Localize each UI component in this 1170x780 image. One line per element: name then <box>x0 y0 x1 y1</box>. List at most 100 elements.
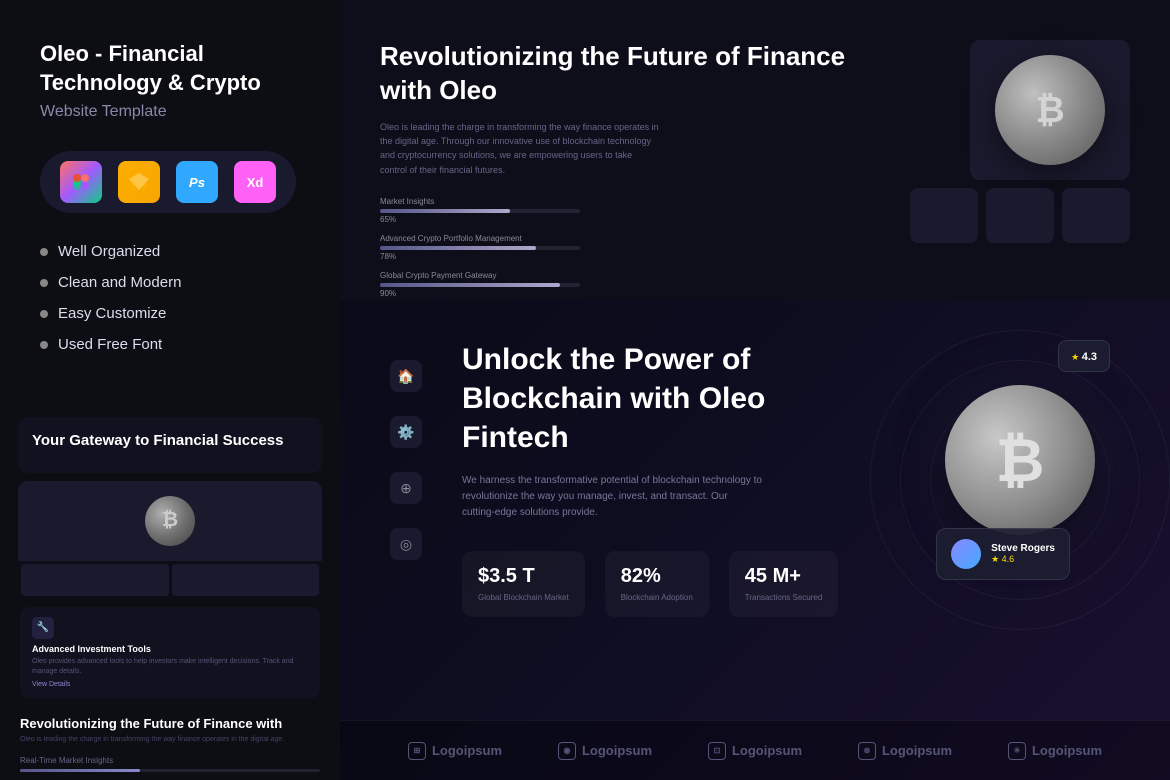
bitcoin-symbol: ₿ <box>1035 89 1064 131</box>
stat-percent: 90% <box>380 289 870 298</box>
logo-item-4: ⊛ Logoipsum <box>858 742 952 760</box>
user-rating-score: 4.6 <box>1002 554 1015 564</box>
logo-item-1: ⊞ Logoipsum <box>408 742 502 760</box>
logo-item-5: ✳ Logoipsum <box>1008 742 1102 760</box>
logo-bar: ⊞ Logoipsum ◉ Logoipsum ⊡ Logoipsum ⊛ Lo… <box>340 720 1170 780</box>
feature-item: Clean and Modern <box>40 274 300 291</box>
rev-bottom-text: Revolutionizing the Future of Finance wi… <box>0 706 340 751</box>
stat-label: Market Insights <box>380 197 870 206</box>
token-icon[interactable]: ◎ <box>390 528 422 560</box>
logo-item-2: ◉ Logoipsum <box>558 742 652 760</box>
bullet-icon <box>40 341 48 349</box>
blockchain-headline: Unlock the Power of Blockchain with Oleo… <box>462 340 782 457</box>
feature-item: Used Free Font <box>40 336 300 353</box>
stat-bar-bg <box>380 209 580 213</box>
grid-cell <box>21 564 169 596</box>
coin-cards-row <box>910 188 1130 243</box>
blockchain-section: 🏠 ⚙️ ⊕ ◎ Unlock the Power of Blockchain … <box>340 300 1170 657</box>
rev-main-desc: Oleo is leading the charge in transformi… <box>380 120 660 178</box>
add-circle-icon[interactable]: ⊕ <box>390 472 422 504</box>
user-stars: ★ 4.6 <box>991 554 1055 565</box>
blockchain-description: We harness the transformative potential … <box>462 473 762 521</box>
features-list: Well Organized Clean and Modern Easy Cus… <box>40 243 300 353</box>
rating-info: Steve Rogers ★ 4.6 <box>991 543 1055 565</box>
stat-bar-bg <box>380 283 580 287</box>
stat-bars: Market Insights 65% Advanced Crypto Port… <box>380 197 870 298</box>
big-bitcoin-symbol: ₿ <box>996 426 1045 495</box>
photoshop-icon: Ps <box>176 161 218 203</box>
invest-icon: 🔧 <box>32 617 54 639</box>
logo-icon-5: ✳ <box>1008 742 1026 760</box>
top-preview-section: Revolutionizing the Future of Finance wi… <box>340 0 1170 320</box>
invest-link[interactable]: View Details <box>32 681 308 688</box>
stat-bar-item: Market Insights 65% <box>380 197 870 224</box>
left-panel: Oleo - Financial Technology & Crypto Web… <box>0 0 340 780</box>
coin-area: ₿ <box>910 40 1130 243</box>
coin-main-display: ₿ <box>970 40 1130 180</box>
user-avatar <box>951 539 981 569</box>
feature-item: Easy Customize <box>40 305 300 322</box>
invest-title: Advanced Investment Tools <box>32 644 308 654</box>
insights-progress-bar <box>20 769 320 772</box>
sketch-icon <box>118 161 160 203</box>
globe-coin-area: ₿ ★ 4.3 Steve Rogers ★ 4.6 <box>810 310 1170 690</box>
image-grid <box>18 561 322 599</box>
logo-item-3: ⊡ Logoipsum <box>708 742 802 760</box>
left-panel-bottom: Your Gateway to Financial Success ₿ 🔧 Ad… <box>0 417 340 780</box>
product-subtitle: Website Template <box>40 103 300 121</box>
invest-card: 🔧 Advanced Investment Tools Oleo provide… <box>20 607 320 698</box>
user-rating-card: Steve Rogers ★ 4.6 <box>936 528 1070 580</box>
insights-bar: Real-Time Market Insights <box>0 750 340 780</box>
stat-bar-fill <box>380 209 510 213</box>
bitcoin-3d-coin: ₿ <box>995 55 1105 165</box>
stat-value: 82% <box>621 565 693 588</box>
bullet-icon <box>40 279 48 287</box>
coin-preview-area: ₿ <box>18 481 322 561</box>
logo-icon-1: ⊞ <box>408 742 426 760</box>
stat-bar-item: Global Crypto Payment Gateway 90% <box>380 271 870 298</box>
stat-value: $3.5 T <box>478 565 569 588</box>
stat-label: Advanced Crypto Portfolio Management <box>380 234 870 243</box>
figma-icon <box>60 161 102 203</box>
logo-label-5: Logoipsum <box>1032 743 1102 758</box>
insights-progress-fill <box>20 769 140 772</box>
logo-label-4: Logoipsum <box>882 743 952 758</box>
invest-desc: Oleo provides advanced tools to help inv… <box>32 657 308 677</box>
user-name: Steve Rogers <box>991 543 1055 554</box>
small-card <box>1062 188 1130 243</box>
home-icon[interactable]: 🏠 <box>390 360 422 392</box>
grid-cell <box>172 564 320 596</box>
rev-bottom-heading: Revolutionizing the Future of Finance wi… <box>20 716 320 731</box>
small-card <box>986 188 1054 243</box>
main-container: Oleo - Financial Technology & Crypto Web… <box>0 0 1170 780</box>
stat-box-adoption: 82% Blockchain Adoption <box>605 551 709 617</box>
settings-icon[interactable]: ⚙️ <box>390 416 422 448</box>
insights-label: Real-Time Market Insights <box>20 756 320 765</box>
top-preview-text: Revolutionizing the Future of Finance wi… <box>380 40 870 308</box>
badge-value: 4.3 <box>1082 351 1097 363</box>
small-bitcoin-coin: ₿ <box>145 496 195 546</box>
stat-box-market: $3.5 T Global Blockchain Market <box>462 551 585 617</box>
sidebar-icon-list: 🏠 ⚙️ ⊕ ◎ <box>390 360 422 617</box>
tools-pill: Ps Xd <box>40 151 296 213</box>
blockchain-preview-section: 🏠 ⚙️ ⊕ ◎ Unlock the Power of Blockchain … <box>340 300 1170 780</box>
stat-percent: 78% <box>380 252 870 261</box>
stat-label: Global Crypto Payment Gateway <box>380 271 870 280</box>
adobexd-icon: Xd <box>234 161 276 203</box>
bullet-icon <box>40 310 48 318</box>
small-card <box>910 188 978 243</box>
gateway-card: Your Gateway to Financial Success <box>18 417 322 473</box>
logo-label-3: Logoipsum <box>732 743 802 758</box>
big-bitcoin-coin: ₿ <box>945 385 1095 535</box>
inner-preview-card: ₿ <box>18 481 322 599</box>
stat-title: Blockchain Adoption <box>621 592 693 603</box>
badge-star-icon: ★ <box>1071 352 1082 362</box>
product-title: Oleo - Financial Technology & Crypto <box>40 40 300 97</box>
logo-icon-2: ◉ <box>558 742 576 760</box>
bullet-icon <box>40 248 48 256</box>
rev-bottom-desc: Oleo is leading the charge in transformi… <box>20 735 320 746</box>
logo-icon-4: ⊛ <box>858 742 876 760</box>
stat-bar-fill <box>380 283 560 287</box>
stat-title: Global Blockchain Market <box>478 592 569 603</box>
logo-label-1: Logoipsum <box>432 743 502 758</box>
